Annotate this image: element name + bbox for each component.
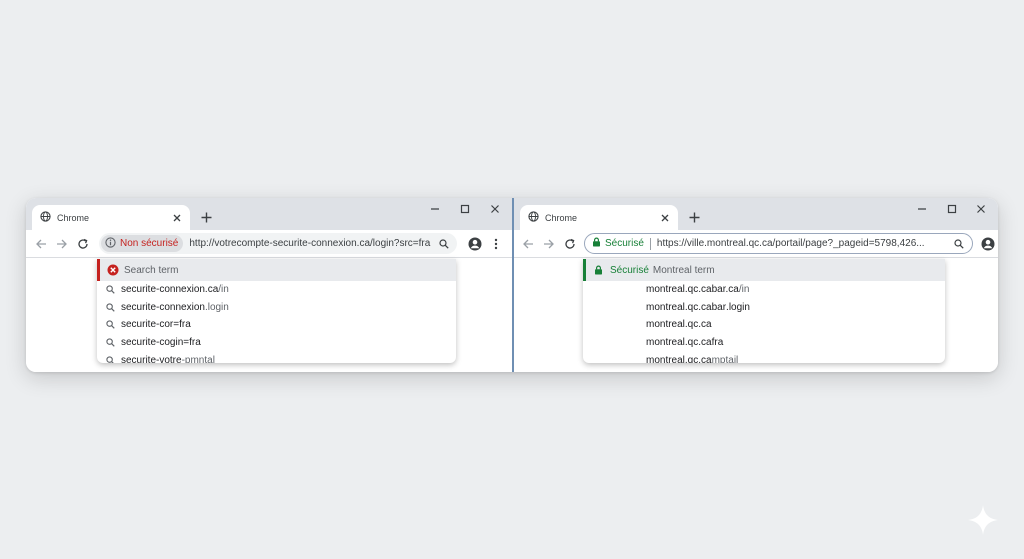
security-label: Sécurisé [605,238,644,249]
reload-icon[interactable] [75,236,91,252]
error-icon [106,264,119,277]
close-window-icon[interactable] [488,202,502,216]
forward-icon[interactable] [541,236,557,252]
suggestion-suffix: /in [218,284,229,296]
not-secure-chip[interactable]: Non sécurisé [101,235,184,252]
search-icon [104,354,116,363]
browser-window-insecure: Chrome Non sécurisé http://votrecompte-s… [26,198,512,372]
secure-chip[interactable]: Sécurisé [592,237,644,250]
globe-icon [40,209,51,227]
security-label: Non sécurisé [120,238,179,249]
suggestion-suffix: fra [711,337,724,349]
reload-icon[interactable] [562,236,578,252]
suggestion-text: montreal.qc.cabar [646,301,727,313]
search-icon [104,284,116,296]
suggestion-item[interactable]: montreal.qc.ca mptail [583,351,945,363]
maximize-icon[interactable] [945,202,959,216]
close-window-icon[interactable] [974,202,988,216]
url-text[interactable]: https://ville.montreal.qc.ca/portail/pag… [657,238,952,249]
minimize-icon[interactable] [428,202,442,216]
lock-icon [592,264,605,277]
more-menu-icon[interactable] [491,236,501,252]
suggestion-suffix: =fra [183,337,201,349]
tab-title: Chrome [57,212,90,223]
suggestion-text: montreal.qc.cabar.ca [646,284,739,296]
tab-chrome[interactable]: Chrome [520,205,678,230]
suggestion-header-text: Montreal term [652,264,715,276]
account-icon[interactable] [467,236,483,252]
browser-comparison-stage: Chrome Non sécurisé http://votrecompte-s… [26,198,998,372]
new-tab-icon[interactable] [198,209,214,225]
address-bar[interactable]: Non sécurisé http://votrecompte-securite… [99,233,457,254]
suggestion-item[interactable]: montreal.qc.cabar.ca/in [583,281,945,299]
globe-icon [528,209,539,227]
address-bar[interactable]: Sécurisé https://ville.montreal.qc.ca/po… [584,233,973,254]
omnibox-suggestions: Sécurisé Montreal term montreal.qc.cabar… [583,259,945,363]
sparkle-icon [968,505,998,535]
suggestion-suffix: .login [726,301,750,313]
suggestion-suffix: =fra [173,319,191,331]
account-icon[interactable] [980,236,996,252]
suggestion-header[interactable]: Sécurisé Montreal term [583,259,945,281]
forward-icon[interactable] [54,236,70,252]
browser-window-secure: Chrome Sécurisé https://ville.montreal.q… [514,198,998,372]
tab-chrome[interactable]: Chrome [32,205,190,230]
suggestion-header-text: Search term [124,264,179,276]
minimize-icon[interactable] [915,202,929,216]
back-icon[interactable] [520,236,536,252]
suggestion-suffix: .login [204,301,229,313]
suggestion-suffix: /in [738,284,750,296]
suggestion-text: securite-connexion [121,301,205,313]
suggestion-item[interactable]: securite-connexion .login [97,299,456,317]
omnibox-suggestions: Search term securite-connexion.ca/in sec… [97,259,456,363]
search-icon[interactable] [437,237,451,251]
suggestion-item[interactable]: montreal.qc.cabar .login [583,299,945,317]
suggestion-item[interactable]: securite-votre -pmntal [97,351,456,363]
search-icon [104,337,116,349]
close-tab-icon[interactable] [170,211,184,225]
lock-icon [592,237,601,250]
search-icon [104,319,116,331]
suggestion-text: securite-cogin [121,337,184,349]
toolbar: Sécurisé https://ville.montreal.qc.ca/po… [514,230,998,258]
chip-separator [649,237,651,250]
suggestion-text: montreal.qc.ca [646,337,712,349]
suggestion-text: montreal.qc.ca [646,319,712,331]
suggestion-text: securite-votre [121,354,182,363]
tab-strip: Chrome [514,198,998,230]
suggestion-header-secure: Sécurisé [610,264,649,276]
new-tab-icon[interactable] [686,209,702,225]
tab-title: Chrome [545,212,578,223]
suggestion-header[interactable]: Search term [97,259,456,281]
suggestion-item[interactable]: securite-cor =fra [97,316,456,334]
close-tab-icon[interactable] [658,211,672,225]
suggestion-text: securite-cor [121,319,174,331]
suggestion-text: montreal.qc.ca [646,354,712,363]
suggestion-item[interactable]: montreal.qc.ca [583,316,945,334]
search-icon[interactable] [952,237,966,251]
info-icon [105,236,116,251]
back-icon[interactable] [33,236,49,252]
suggestion-item[interactable]: securite-cogin =fra [97,334,456,352]
tab-strip: Chrome [26,198,512,230]
search-icon [104,301,116,313]
url-text[interactable]: http://votrecompte-securite-connexion.ca… [189,238,437,249]
suggestion-item[interactable]: securite-connexion.ca/in [97,281,456,299]
maximize-icon[interactable] [458,202,472,216]
suggestion-suffix: mptail [711,354,739,363]
toolbar: Non sécurisé http://votrecompte-securite… [26,230,512,258]
suggestion-item[interactable]: montreal.qc.ca fra [583,334,945,352]
suggestion-text: securite-connexion.ca [121,284,219,296]
suggestion-suffix: -pmntal [181,354,215,363]
